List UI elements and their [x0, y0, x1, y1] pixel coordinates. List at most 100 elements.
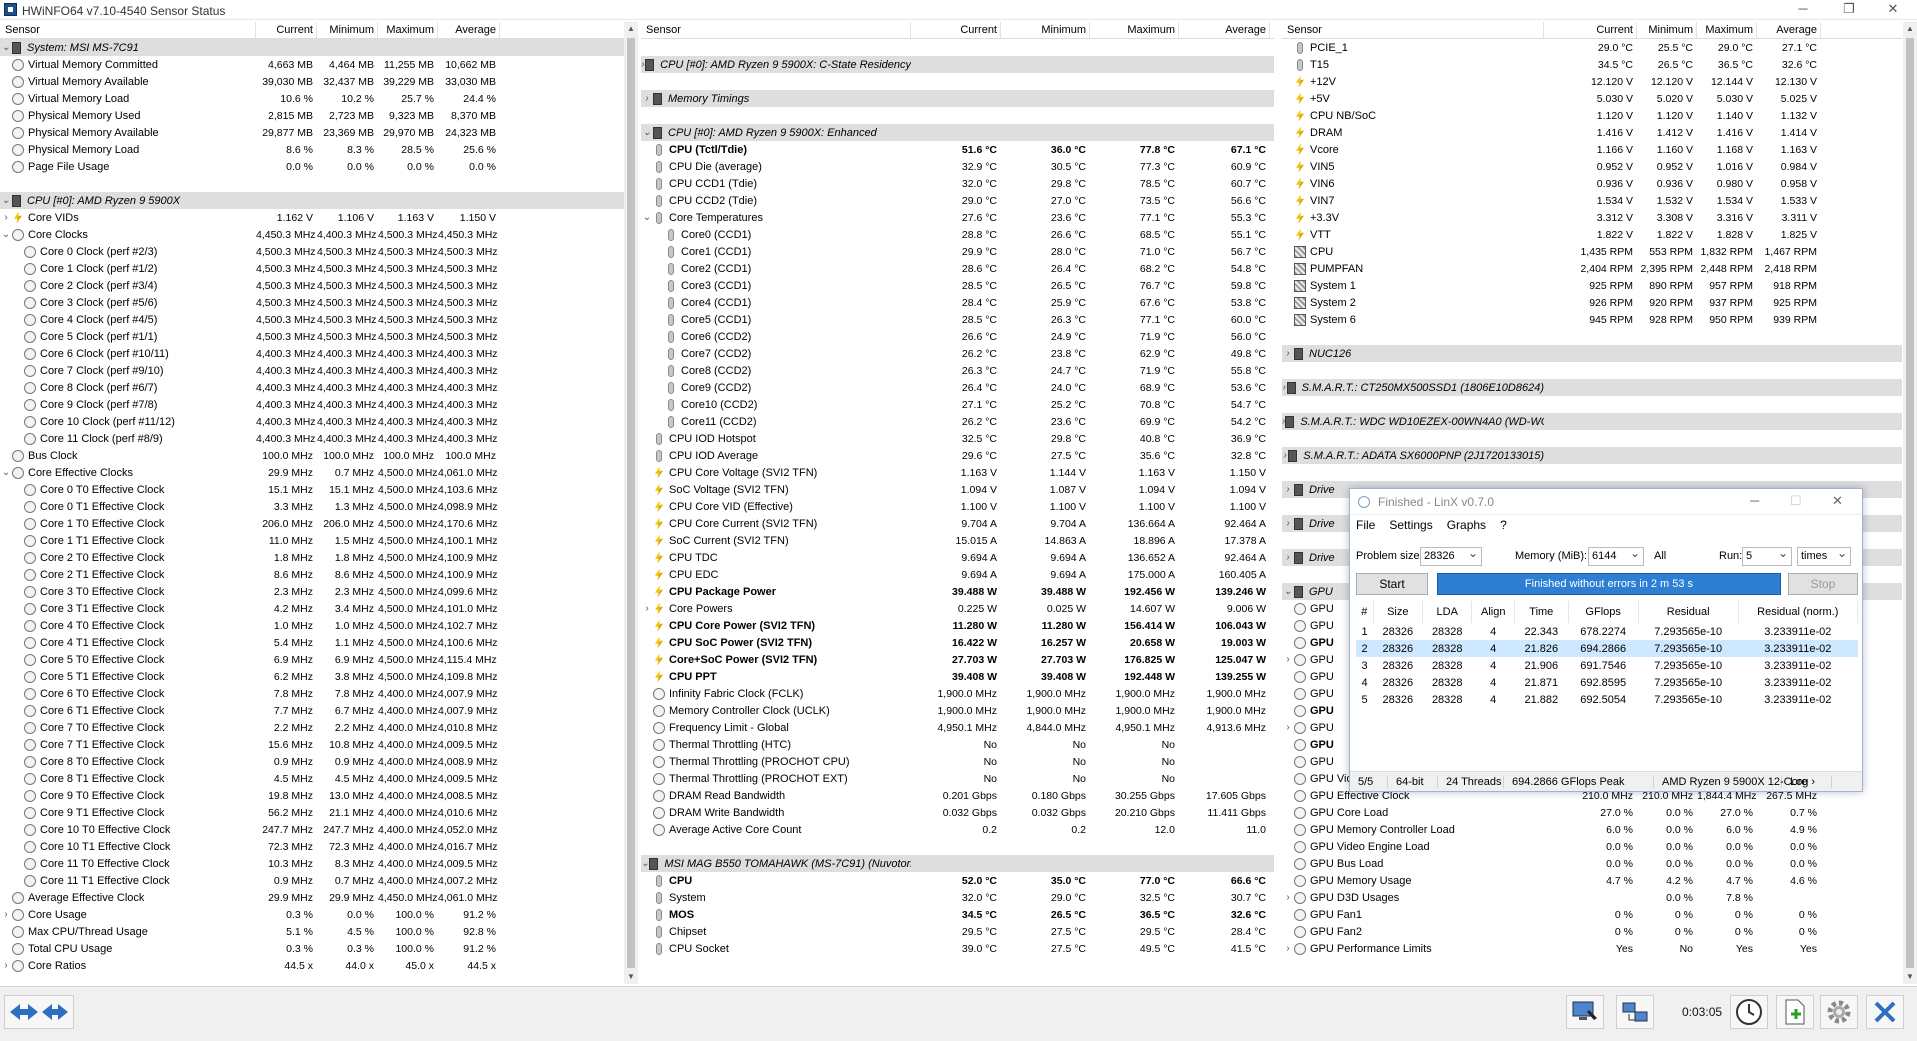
menu-help[interactable]: ?	[1500, 518, 1507, 532]
sensor-row[interactable]: Core 6 Clock (perf #10/11) 4,400.3 MHz 4,4…	[0, 345, 624, 362]
results-row[interactable]: 2 28326 28328 4 21.826 694.2866 7.293565e-10 3.…	[1356, 640, 1858, 657]
sensor-row[interactable]: CPU Core VID (Effective) 1.100 V 1.100 V 1.…	[641, 498, 1274, 515]
expand-icon[interactable]: ›	[1282, 348, 1294, 359]
sensor-row[interactable]: Virtual Memory Committed 4,663 MB 4,464 MB…	[0, 56, 624, 73]
expand-icon[interactable]: ›	[0, 212, 12, 223]
collapse-icon[interactable]: ⌄	[0, 467, 12, 478]
sensor-row[interactable]: CPU Socket 39.0 °C 27.5 °C 49.5 °C 41.5 °C	[641, 940, 1274, 957]
sensor-row[interactable]: Core6 (CCD2) 26.6 °C 24.9 °C 71.9 °C 56.0 °C	[641, 328, 1274, 345]
sensor-row[interactable]: Core 10 T0 Effective Clock 247.7 MHz 247.7…	[0, 821, 624, 838]
sensor-row[interactable]: VIN6 0.936 V 0.936 V 0.980 V 0.958 V	[1282, 175, 1902, 192]
sensor-row[interactable]: System 2 926 RPM 920 RPM 937 RPM 925 RPM	[1282, 294, 1902, 311]
sensor-row[interactable]: CPU NB/SoC 1.120 V 1.120 V 1.140 V 1.132 V	[1282, 107, 1902, 124]
expand-icon[interactable]: ›	[641, 603, 653, 614]
sensor-row[interactable]: Average Effective Clock 29.9 MHz 29.9 MHz 4…	[0, 889, 624, 906]
sensor-row[interactable]: CPU Core Power (SVI2 TFN) 11.280 W 11.280 …	[641, 617, 1274, 634]
sensor-row[interactable]: Core0 (CCD1) 28.8 °C 26.6 °C 68.5 °C 55.1 °C	[641, 226, 1274, 243]
sensor-row[interactable]: Core 2 Clock (perf #3/4) 4,500.3 MHz 4,500…	[0, 277, 624, 294]
expand-icon[interactable]: ›	[0, 909, 12, 920]
sensor-row[interactable]: Memory Controller Clock (UCLK) 1,900.0 MH…	[641, 702, 1274, 719]
sensor-row[interactable]: Core 10 T1 Effective Clock 72.3 MHz 72.3 M…	[0, 838, 624, 855]
sensor-row[interactable]: Core 2 T1 Effective Clock 8.6 MHz 8.6 MHz 4…	[0, 566, 624, 583]
sensor-row[interactable]: Core 5 T0 Effective Clock 6.9 MHz 6.9 MHz 4…	[0, 651, 624, 668]
sensor-group-header[interactable]: ⌄ CPU [#0]: AMD Ryzen 9 5900X	[0, 192, 624, 209]
start-button[interactable]: Start	[1356, 573, 1428, 595]
settings-button[interactable]	[1820, 995, 1858, 1029]
sensor-row[interactable]: CPU Core Voltage (SVI2 TFN) 1.163 V 1.144 …	[641, 464, 1274, 481]
sensor-row[interactable]: CPU Package Power 39.488 W 39.488 W 192.456…	[641, 583, 1274, 600]
sensor-row[interactable]: PUMPFAN 2,404 RPM 2,395 RPM 2,448 RPM 2,418 …	[1282, 260, 1902, 277]
sensor-row[interactable]: Core 0 T1 Effective Clock 3.3 MHz 1.3 MHz 4…	[0, 498, 624, 515]
menu-file[interactable]: File	[1356, 518, 1375, 532]
sensor-row[interactable]: DRAM 1.416 V 1.412 V 1.416 V 1.414 V	[1282, 124, 1902, 141]
sensor-row[interactable]: GPU Video Engine Load 0.0 % 0.0 % 0.0 % 0.0 …	[1282, 838, 1902, 855]
all-option[interactable]: All	[1654, 550, 1666, 562]
sensor-row[interactable]: Physical Memory Used 2,815 MB 2,723 MB 9,32…	[0, 107, 624, 124]
sensor-group-header[interactable]: › CPU [#0]: AMD Ryzen 9 5900X: C-State Re…	[641, 56, 1274, 73]
problem-size-select[interactable]: 28326	[1420, 546, 1482, 566]
results-column-header[interactable]: #	[1356, 601, 1374, 623]
linx-status-segment[interactable]: Log ›	[1782, 775, 1832, 788]
linx-close-button[interactable]: ✕	[1832, 493, 1843, 509]
sensor-row[interactable]: CPU IOD Hotspot 32.5 °C 29.8 °C 40.8 °C 36.9…	[641, 430, 1274, 447]
expand-icon[interactable]: ›	[1282, 892, 1294, 903]
sensor-group-header[interactable]: ⌄ CPU [#0]: AMD Ryzen 9 5900X: Enhanced	[641, 124, 1274, 141]
results-column-header[interactable]: Time	[1514, 601, 1569, 623]
sensor-row[interactable]: GPU Memory Usage 4.7 % 4.2 % 4.7 % 4.6 %	[1282, 872, 1902, 889]
expand-icon[interactable]: ›	[1282, 552, 1294, 563]
sensor-row[interactable]: ⌄ Core Temperatures 27.6 °C 23.6 °C 77.1 °C 5…	[641, 209, 1274, 226]
header-minimum[interactable]: Minimum	[317, 22, 378, 38]
results-column-header[interactable]: Align	[1471, 601, 1515, 623]
sensor-row[interactable]: Core10 (CCD2) 27.1 °C 25.2 °C 70.8 °C 54.7 °…	[641, 396, 1274, 413]
expand-icon[interactable]: ›	[0, 960, 12, 971]
sensor-row[interactable]: MOS 34.5 °C 26.5 °C 36.5 °C 32.6 °C	[641, 906, 1274, 923]
sensor-row[interactable]: › Core Usage 0.3 % 0.0 % 100.0 % 91.2 %	[0, 906, 624, 923]
sensor-row[interactable]: Virtual Memory Available 39,030 MB 32,437 …	[0, 73, 624, 90]
sensor-row[interactable]: Core 11 T1 Effective Clock 0.9 MHz 0.7 MHz…	[0, 872, 624, 889]
sensor-row[interactable]: Core 2 T0 Effective Clock 1.8 MHz 1.8 MHz 4…	[0, 549, 624, 566]
results-column-header[interactable]: LDA	[1422, 601, 1473, 623]
sensor-row[interactable]: PCIE_1 29.0 °C 25.5 °C 29.0 °C 27.1 °C	[1282, 39, 1902, 56]
collapse-icon[interactable]: ⌄	[0, 229, 12, 240]
sensor-row[interactable]: Core 3 T0 Effective Clock 2.3 MHz 2.3 MHz 4…	[0, 583, 624, 600]
maximize-button[interactable]: ❐	[1826, 0, 1872, 20]
switch-layout-button[interactable]	[4, 995, 74, 1029]
pane3-scrollbar[interactable]: ▲ ▼	[1903, 22, 1917, 984]
results-row[interactable]: 4 28326 28328 4 21.871 692.8595 7.293565e-10 3.…	[1356, 674, 1858, 691]
results-column-header[interactable]: Residual (norm.)	[1738, 601, 1859, 623]
sensor-row[interactable]: Core9 (CCD2) 26.4 °C 24.0 °C 68.9 °C 53.6 °C	[641, 379, 1274, 396]
sensor-row[interactable]: Thermal Throttling (PROCHOT CPU) No No No	[641, 753, 1274, 770]
close-window-button[interactable]: ✕	[1870, 0, 1916, 20]
reset-clock-button[interactable]	[1730, 995, 1768, 1029]
minimize-button[interactable]: ─	[1780, 0, 1826, 20]
sensor-row[interactable]: Total CPU Usage 0.3 % 0.3 % 100.0 % 91.2 %	[0, 940, 624, 957]
sensor-row[interactable]: DRAM Read Bandwidth 0.201 Gbps 0.180 Gbps 3…	[641, 787, 1274, 804]
header-sensor[interactable]: Sensor	[0, 22, 256, 38]
menu-settings[interactable]: Settings	[1389, 518, 1432, 532]
sensor-row[interactable]: CPU (Tctl/Tdie) 51.6 °C 36.0 °C 77.8 °C 67.1…	[641, 141, 1274, 158]
sensor-row[interactable]: Core7 (CCD2) 26.2 °C 23.8 °C 62.9 °C 49.8 °C	[641, 345, 1274, 362]
collapse-icon[interactable]: ⌄	[641, 212, 653, 223]
sensor-row[interactable]: Core 4 Clock (perf #4/5) 4,500.3 MHz 4,500…	[0, 311, 624, 328]
run-count-select[interactable]: 5	[1742, 546, 1792, 566]
sensor-row[interactable]: Core 5 T1 Effective Clock 6.2 MHz 3.8 MHz 4…	[0, 668, 624, 685]
sensor-row[interactable]: Physical Memory Load 8.6 % 8.3 % 28.5 % 25.6…	[0, 141, 624, 158]
network-button[interactable]	[1616, 995, 1654, 1029]
header-average[interactable]: Average	[1757, 22, 1821, 38]
pane-divider[interactable]	[1275, 22, 1280, 984]
sensor-row[interactable]: Core1 (CCD1) 29.9 °C 28.0 °C 71.0 °C 56.7 °C	[641, 243, 1274, 260]
linx-maximize-button[interactable]: ☐	[1790, 493, 1802, 509]
sensor-row[interactable]: CPU CCD2 (Tdie) 29.0 °C 27.0 °C 73.5 °C 56.6…	[641, 192, 1274, 209]
sensor-row[interactable]: VIN7 1.534 V 1.532 V 1.534 V 1.533 V	[1282, 192, 1902, 209]
sensor-row[interactable]: Core 7 Clock (perf #9/10) 4,400.3 MHz 4,40…	[0, 362, 624, 379]
sensor-row[interactable]: CPU IOD Average 29.6 °C 27.5 °C 35.6 °C 32.8…	[641, 447, 1274, 464]
header-maximum[interactable]: Maximum	[378, 22, 438, 38]
sensor-row[interactable]: Page File Usage 0.0 % 0.0 % 0.0 % 0.0 %	[0, 158, 624, 175]
collapse-icon[interactable]: ⌄	[0, 195, 12, 206]
linx-minimize-button[interactable]: ─	[1750, 493, 1759, 508]
header-sensor[interactable]: Sensor	[1282, 22, 1544, 38]
results-row[interactable]: 1 28326 28328 4 22.343 678.2274 7.293565e-10 3.…	[1356, 623, 1858, 640]
results-column-header[interactable]: Size	[1373, 601, 1424, 623]
sensor-row[interactable]: T15 34.5 °C 26.5 °C 36.5 °C 32.6 °C	[1282, 56, 1902, 73]
sensor-row[interactable]: Thermal Throttling (HTC) No No No	[641, 736, 1274, 753]
